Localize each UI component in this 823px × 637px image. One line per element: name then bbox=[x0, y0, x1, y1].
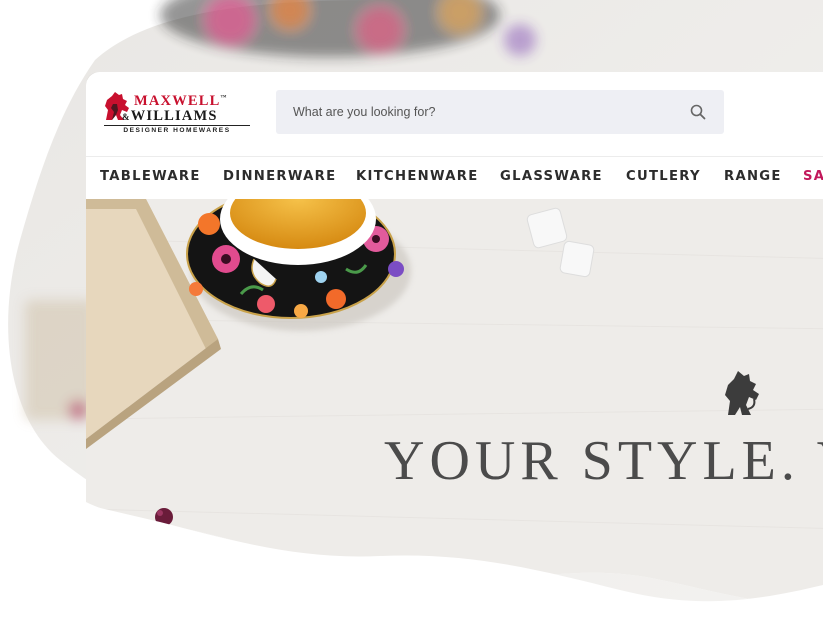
nav-item-range[interactable]: RANGE bbox=[724, 169, 782, 184]
nav-item-kitchenware[interactable]: KITCHENWARE bbox=[356, 169, 479, 184]
brand-name-line2: &WILLIAMS bbox=[122, 108, 218, 124]
nav-item-glassware[interactable]: GLASSWARE bbox=[500, 169, 603, 184]
hero-headline: YOUR STYLE. Y bbox=[384, 430, 823, 492]
nav-item-cutlery[interactable]: CUTLERY bbox=[626, 169, 701, 184]
brand-tagline: DESIGNER HOMEWARES bbox=[104, 125, 250, 134]
brand-logo[interactable]: MAXWELL™ &WILLIAMS DESIGNER HOMEWARES bbox=[100, 90, 250, 138]
search-icon[interactable] bbox=[690, 104, 706, 120]
lion-emblem-icon bbox=[718, 369, 762, 419]
search-input[interactable] bbox=[276, 90, 673, 134]
browser-window: MAXWELL™ &WILLIAMS DESIGNER HOMEWARES TA… bbox=[86, 72, 823, 612]
site-header: MAXWELL™ &WILLIAMS DESIGNER HOMEWARES TA… bbox=[86, 72, 823, 199]
nav-item-sale[interactable]: SA bbox=[803, 169, 823, 184]
nav-item-tableware[interactable]: TABLEWARE bbox=[100, 169, 201, 184]
main-nav: TABLEWARE DINNERWARE KITCHENWARE GLASSWA… bbox=[86, 156, 823, 200]
search-bar bbox=[276, 90, 724, 134]
nav-item-dinnerware[interactable]: DINNERWARE bbox=[223, 169, 336, 184]
